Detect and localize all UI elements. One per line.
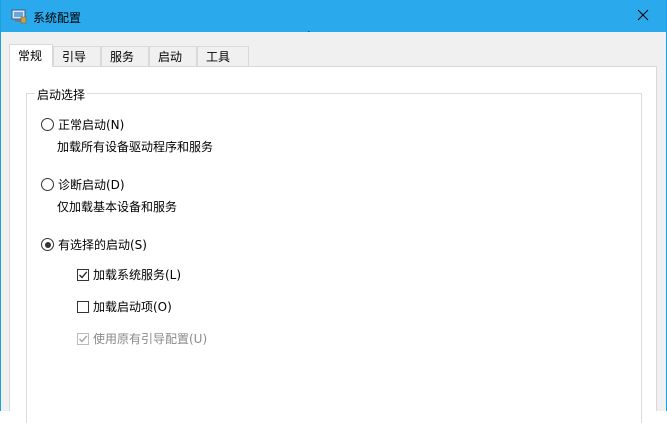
normal-startup-label: 正常启动(N) <box>58 118 125 132</box>
load-startup-items-label: 加载启动项(O) <box>93 300 172 314</box>
window-title: 系统配置 <box>33 11 82 25</box>
system-config-icon <box>11 8 27 24</box>
diagnostic-startup-label: 诊断启动(D) <box>58 178 125 192</box>
use-original-boot-config-checkbox: 使用原有引导配置(U) <box>77 330 207 347</box>
use-original-boot-config-label: 使用原有引导配置(U) <box>93 332 208 346</box>
load-system-services-check[interactable] <box>77 268 89 281</box>
tab-boot-label: 引导 <box>62 50 87 64</box>
general-tab-panel: 启动选择 正常启动(N) 加载所有设备驱动程序和服务 诊断启动(D) 仅加载基本… <box>9 66 657 423</box>
selective-startup-radio[interactable]: 有选择的启动(S) <box>41 236 147 253</box>
tab-startup-label: 启动 <box>158 50 183 64</box>
tab-boot[interactable]: 引导 <box>53 46 101 66</box>
selective-startup-label: 有选择的启动(S) <box>58 238 147 252</box>
load-startup-items-checkbox[interactable]: 加载启动项(O) <box>77 298 172 315</box>
normal-startup-description: 加载所有设备驱动程序和服务 <box>57 140 214 154</box>
use-original-boot-config-check <box>77 332 89 345</box>
startup-selection-legend: 启动选择 <box>35 86 88 103</box>
diagnostic-startup-radio-button[interactable] <box>41 178 54 191</box>
load-system-services-label: 加载系统服务(L) <box>93 268 182 282</box>
diagnostic-startup-description: 仅加载基本设备和服务 <box>57 200 178 214</box>
tab-services-label: 服务 <box>110 50 135 64</box>
load-system-services-checkbox[interactable]: 加载系统服务(L) <box>77 266 181 283</box>
normal-startup-radio-button[interactable] <box>41 118 54 131</box>
dialog-client: 常规 引导 服务 启动 工具 启动选择 正常启动(N) 加载所有设备驱动程序和服… <box>1 32 666 423</box>
title-bar[interactable]: 系统配置 <box>1 0 666 32</box>
close-icon <box>637 9 649 24</box>
tab-services[interactable]: 服务 <box>101 46 149 66</box>
system-config-window: 系统配置 常规 引导 服务 启动 工具 启动选择 正常启动(N) 加载所有设备驱… <box>0 0 667 423</box>
normal-startup-radio[interactable]: 正常启动(N) <box>41 116 124 133</box>
close-button[interactable] <box>620 0 666 32</box>
tab-startup[interactable]: 启动 <box>149 46 197 66</box>
load-startup-items-check[interactable] <box>77 300 89 313</box>
tab-general-label: 常规 <box>18 49 43 63</box>
tab-tools[interactable]: 工具 <box>197 46 249 66</box>
tab-general[interactable]: 常规 <box>9 44 53 67</box>
diagnostic-startup-radio[interactable]: 诊断启动(D) <box>41 176 125 193</box>
tab-tools-label: 工具 <box>206 50 231 64</box>
selective-startup-radio-button[interactable] <box>41 238 54 251</box>
startup-selection-group: 启动选择 正常启动(N) 加载所有设备驱动程序和服务 诊断启动(D) 仅加载基本… <box>26 86 642 423</box>
